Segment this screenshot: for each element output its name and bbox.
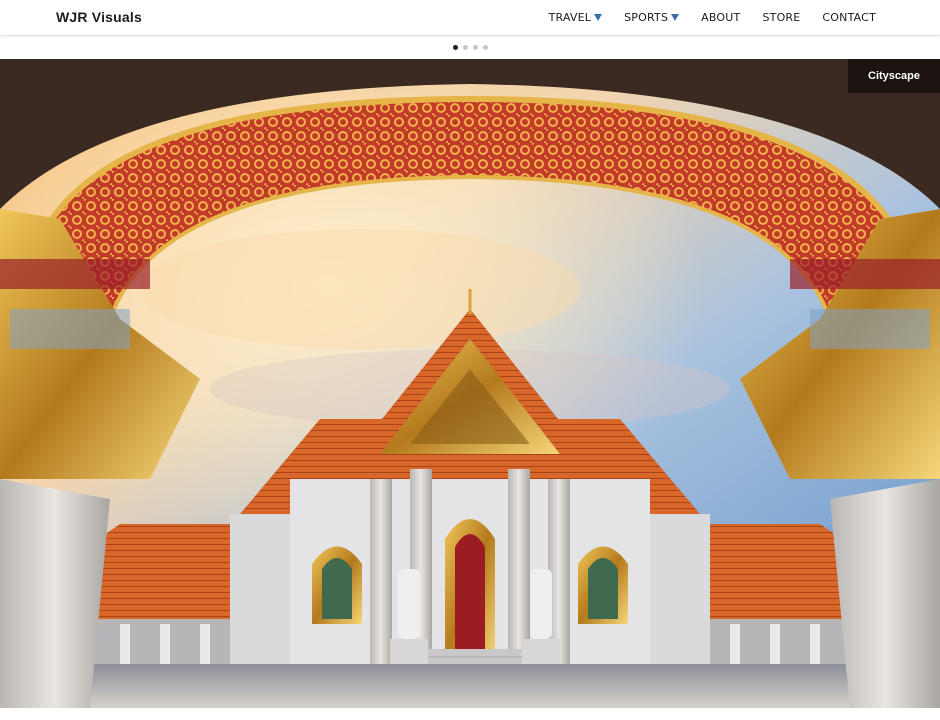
nav-item-contact[interactable]: CONTACT: [822, 11, 876, 24]
slide-caption: Cityscape: [848, 59, 940, 93]
slider-pagination: [0, 45, 940, 50]
caret-down-icon: [671, 14, 680, 21]
nav-item-store[interactable]: STORE: [762, 11, 800, 24]
caret-down-icon: [594, 14, 603, 21]
brand-logo[interactable]: WJR Visuals: [56, 9, 142, 25]
nav-item-travel[interactable]: TRAVEL: [549, 11, 603, 24]
nav-item-label: SPORTS: [624, 11, 669, 24]
nav-item-label: STORE: [762, 11, 801, 24]
nav-item-sports[interactable]: SPORTS: [624, 11, 680, 24]
nav-item-label: CONTACT: [822, 11, 876, 24]
slide-dot-2[interactable]: [462, 45, 468, 50]
main-nav: TRAVEL SPORTS ABOUT STORE CONTACT: [549, 11, 876, 24]
slide-dot-4[interactable]: [482, 45, 488, 50]
nav-item-label: TRAVEL: [548, 11, 592, 24]
slide-dot-3[interactable]: [472, 45, 478, 50]
nav-item-label: ABOUT: [701, 11, 741, 24]
top-navbar: WJR Visuals TRAVEL SPORTS ABOUT STORE CO…: [0, 0, 940, 36]
nav-item-about[interactable]: ABOUT: [701, 11, 740, 24]
slide-dot-1[interactable]: [452, 45, 458, 50]
hero-slide-image[interactable]: [0, 59, 940, 708]
